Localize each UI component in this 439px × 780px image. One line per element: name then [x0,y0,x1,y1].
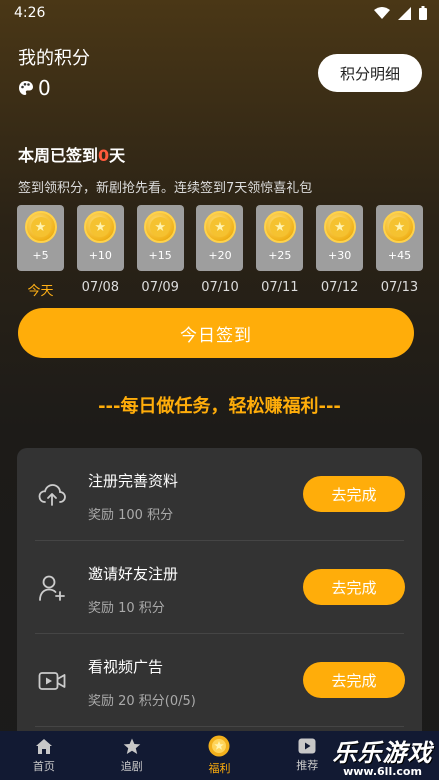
day-label: 今天 [27,284,54,299]
coin-icon: ★ [263,211,296,243]
week-signin-title: 本周已签到0天 [18,142,125,166]
week-signin-prefix: 本周已签到 [18,146,99,165]
nav-label: 推荐 [296,759,319,772]
signin-day[interactable]: ★ +30 07/12 [316,205,364,299]
cloud-upload-icon [38,484,66,506]
day-label: 07/10 [201,280,239,295]
status-time: 4:26 [14,5,46,21]
nav-label: 福利 [208,762,231,775]
coin-icon: ★ [144,211,177,243]
coin-icon [208,735,230,757]
status-bar: 4:26 [0,0,439,26]
task-complete-button[interactable]: 去完成 [303,662,405,698]
coin-icon: ★ [24,211,57,243]
day-label: 07/11 [261,280,299,295]
divider [35,726,404,727]
task-item: 注册完善资料 奖励 100 积分 去完成 [17,448,422,541]
task-banner: ---每日做任务，轻松赚福利--- [98,396,341,417]
wifi-icon [374,7,390,19]
signin-day[interactable]: ★ +25 07/11 [256,205,304,299]
day-reward: +30 [328,249,352,262]
palette-icon [19,81,33,95]
play-icon [298,738,316,754]
signin-day[interactable]: ★ +5 今天 [17,205,64,299]
day-reward: +45 [387,249,412,262]
day-card: ★ +5 [17,205,64,271]
signin-day[interactable]: ★ +45 07/13 [375,205,423,299]
day-card: ★ +20 [196,205,244,271]
signin-description: 签到领积分，新剧抢先看。连续签到7天领惊喜礼包 [18,181,313,196]
task-panel: 注册完善资料 奖励 100 积分 去完成 邀请好友注册 奖励 10 积分 去完成… [17,448,422,748]
day-label: 07/13 [380,280,419,295]
nav-label: 追剧 [120,759,143,773]
day-card: ★ +45 [375,205,423,271]
points-value: 0 [38,76,51,100]
day-card: ★ +15 [136,205,184,271]
task-name: 邀请好友注册 [88,565,179,583]
task-reward: 奖励 20 积分(0/5) [88,694,196,709]
day-reward: +10 [88,249,112,262]
battery-icon [419,6,427,20]
day-reward: +25 [268,249,292,262]
signin-today-button[interactable]: 今日签到 [18,308,414,358]
home-icon [35,738,52,754]
day-card: ★ +25 [256,205,304,271]
day-reward: +15 [148,249,172,262]
task-item: 邀请好友注册 奖励 10 积分 去完成 [17,541,422,634]
watermark-site: www.6ll.com [343,765,422,778]
task-complete-button[interactable]: 去完成 [303,569,405,605]
coin-icon: ★ [383,211,416,243]
week-signin-suffix: 天 [109,146,126,165]
coin-icon: ★ [323,211,356,243]
nav-item-welfare[interactable]: 福利 [176,731,264,780]
watermark-title: 乐乐游戏 [332,739,433,767]
signal-icon [398,6,411,20]
task-name: 看视频广告 [88,658,164,676]
day-card: ★ +10 [76,205,124,271]
day-card: ★ +30 [316,205,364,271]
task-complete-button[interactable]: 去完成 [303,476,405,512]
nav-item-home[interactable]: 首页 [0,731,88,780]
status-icons [374,6,427,20]
points-label: 我的积分 [18,48,90,69]
coin-icon: ★ [203,211,236,243]
points-balance: 0 [18,76,51,100]
day-label: 07/09 [141,280,179,295]
week-signin-count: 0 [98,146,110,165]
nav-item-drama[interactable]: 追剧 [88,731,176,780]
star-icon [123,738,140,754]
day-reward: +5 [32,249,49,262]
signin-day[interactable]: ★ +10 07/08 [76,205,124,299]
day-reward: +20 [208,249,232,262]
task-name: 注册完善资料 [88,472,179,490]
coin-icon: ★ [84,211,117,243]
day-label: 07/12 [320,280,359,295]
task-reward: 奖励 100 积分 [88,508,174,523]
task-reward: 奖励 10 积分 [88,601,165,616]
task-item: 看视频广告 奖励 20 积分(0/5) 去完成 [17,634,422,727]
signin-day[interactable]: ★ +20 07/10 [196,205,244,299]
signin-day[interactable]: ★ +15 07/09 [136,205,184,299]
add-user-icon [39,575,65,601]
video-icon [38,672,66,690]
signin-day-list: ★ +5 今天 ★ +10 07/08 ★ +15 07/09 ★ +20 07… [17,205,423,299]
day-label: 07/08 [81,280,120,295]
nav-label: 首页 [32,759,55,773]
points-detail-button[interactable]: 积分明细 [318,54,422,92]
watermark-logo: 乐乐游戏 www.6ll.com [326,731,439,780]
